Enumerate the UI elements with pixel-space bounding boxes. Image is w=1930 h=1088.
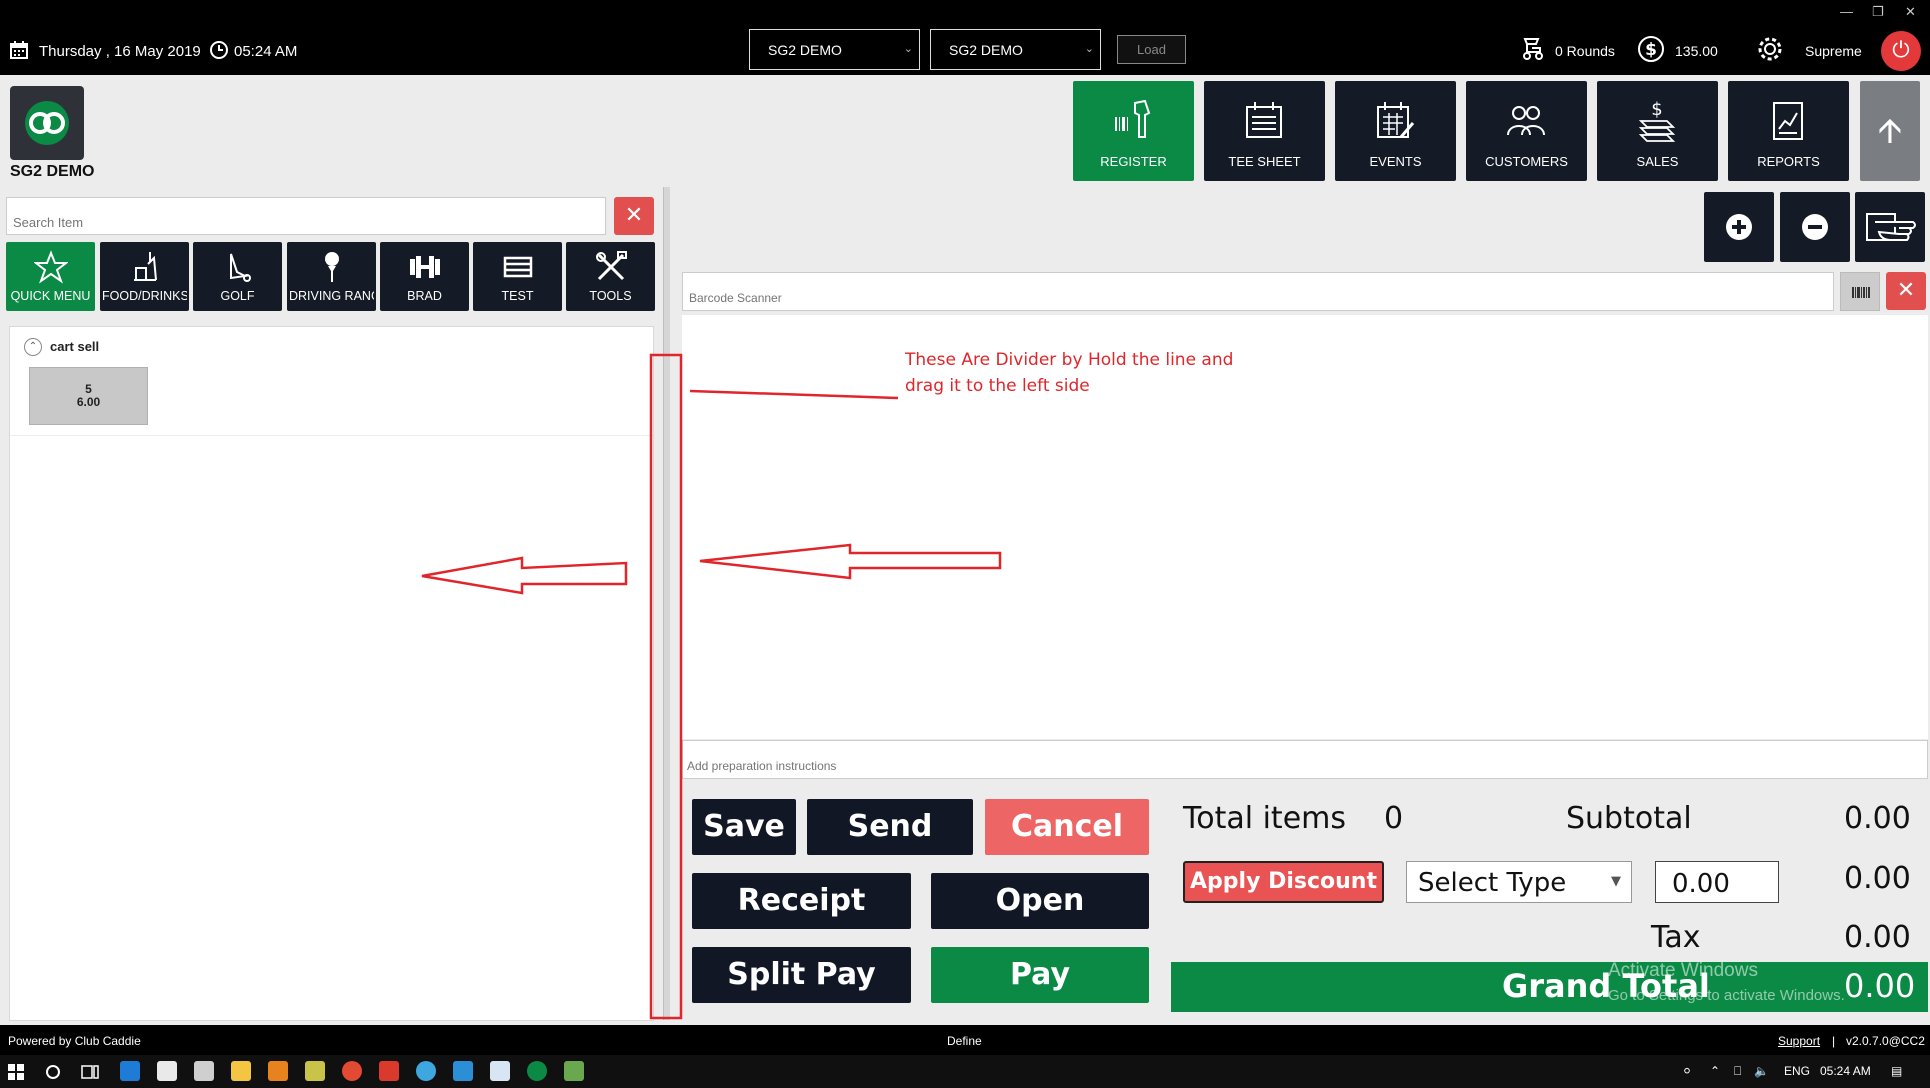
volume-icon[interactable]: 🔈 [1754, 1064, 1769, 1078]
club-caddie-app-icon[interactable] [527, 1061, 547, 1081]
receipt-button[interactable]: Receipt [692, 873, 911, 929]
activation-watermark-subtitle: Go to Settings to activate Windows. [1608, 987, 1845, 1004]
save-button[interactable]: Save [692, 799, 796, 855]
discount-type-value: Select Type [1418, 868, 1567, 898]
search-icon[interactable] [45, 1064, 61, 1080]
subtotal-value: 0.00 [1844, 801, 1911, 836]
language-indicator[interactable]: ENG [1784, 1064, 1810, 1078]
git-icon[interactable] [379, 1061, 399, 1081]
split-pay-button[interactable]: Split Pay [692, 947, 911, 1003]
caret-down-icon: ▼ [1611, 874, 1621, 889]
vscode-icon[interactable] [453, 1061, 473, 1081]
support-link[interactable]: Support [1778, 1034, 1820, 1048]
file-explorer-icon[interactable] [231, 1061, 251, 1081]
chevron-up-icon[interactable]: ⌃ [1710, 1064, 1720, 1078]
pay-button[interactable]: Pay [931, 947, 1149, 1003]
notepad-icon[interactable] [490, 1061, 510, 1081]
total-items-count: 0 [1384, 801, 1404, 836]
arrow-left-icon [421, 556, 628, 595]
annotation-pointer-line [689, 389, 899, 400]
divider-highlight-box [649, 353, 683, 1020]
discount-type-select[interactable]: Select Type ▼ [1406, 861, 1632, 903]
status-bar: Powered by Club Caddie Define Support | … [0, 1025, 1930, 1055]
mail-icon[interactable] [194, 1061, 214, 1081]
apply-discount-button[interactable]: Apply Discount [1183, 861, 1384, 903]
task-view-icon[interactable] [81, 1064, 99, 1080]
chrome-icon[interactable] [342, 1061, 362, 1081]
tax-label: Tax [1651, 920, 1701, 955]
sublime-text-icon[interactable] [268, 1061, 288, 1081]
activation-watermark-title: Activate Windows [1608, 960, 1758, 981]
powered-by-text: Powered by Club Caddie [8, 1034, 141, 1048]
tax-value: 0.00 [1844, 920, 1911, 955]
status-separator: | [1832, 1034, 1836, 1048]
define-text: Define [947, 1034, 982, 1048]
send-button[interactable]: Send [807, 799, 973, 855]
network-icon[interactable]: ⎕ [1734, 1064, 1741, 1079]
total-items-label: Total items [1183, 801, 1347, 836]
people-icon[interactable]: ⚪ [1682, 1064, 1692, 1078]
grand-total-value: 0.00 [1844, 967, 1916, 1005]
golf-app-icon[interactable] [564, 1061, 584, 1081]
notifications-icon[interactable]: ▤ [1891, 1064, 1902, 1078]
cancel-button[interactable]: Cancel [985, 799, 1149, 855]
discount-value: 0.00 [1844, 861, 1911, 896]
discount-amount-input[interactable]: 0.00 [1655, 861, 1779, 903]
windows-taskbar: ⚪ ⌃ ⎕ 🔈 ENG 05:24 AM ▤ [0, 1055, 1930, 1088]
arrow-left-icon [699, 543, 1002, 580]
version-text: v2.0.7.0@CC2 [1846, 1034, 1925, 1048]
windows-start-icon[interactable] [8, 1064, 24, 1080]
open-button[interactable]: Open [931, 873, 1149, 929]
paint-icon[interactable] [305, 1061, 325, 1081]
edge-browser-icon[interactable] [120, 1061, 140, 1081]
taskbar-clock[interactable]: 05:24 AM [1820, 1064, 1871, 1078]
slack-icon[interactable] [416, 1061, 436, 1081]
store-icon[interactable] [157, 1061, 177, 1081]
subtotal-label: Subtotal [1566, 801, 1692, 836]
